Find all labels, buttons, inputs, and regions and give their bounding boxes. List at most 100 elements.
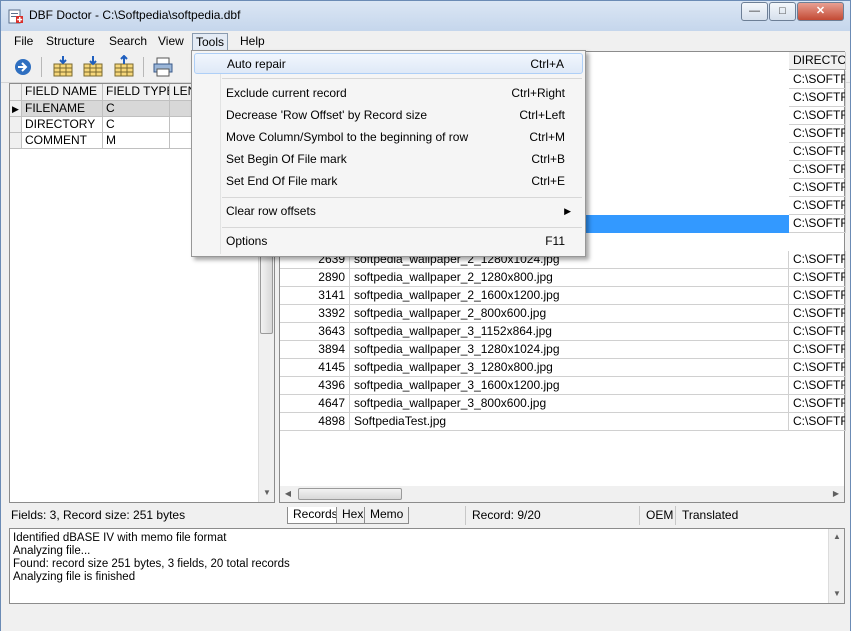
menu-item-label: Move Column/Symbol to the beginning of r…: [226, 130, 469, 144]
offset-cell[interactable]: 3643: [280, 323, 350, 341]
directory-cell[interactable]: C:\SOFTF: [789, 377, 846, 395]
scroll-right-arrow-icon[interactable]: ▶: [828, 489, 844, 498]
insert-field-icon[interactable]: [51, 55, 75, 79]
menu-item-label: Decrease 'Row Offset' by Record size: [226, 108, 428, 122]
menu-item-clear-row-offsets[interactable]: Clear row offsets ▶: [194, 201, 583, 222]
translated-status: Translated: [675, 506, 775, 525]
menu-search[interactable]: Search: [106, 33, 150, 51]
filename-cell[interactable]: softpedia_wallpaper_3_1280x800.jpg: [350, 359, 789, 377]
menu-item-exclude-current-record[interactable]: Exclude current record Ctrl+Right: [194, 83, 583, 104]
offset-cell[interactable]: 4145: [280, 359, 350, 377]
dbf-doctor-app-icon: [8, 9, 23, 24]
field-type-cell[interactable]: C: [103, 117, 170, 133]
directory-cell[interactable]: C:\SOFTF: [789, 107, 846, 125]
directory-cell[interactable]: C:\SOFTF: [789, 125, 846, 143]
offset-cell[interactable]: 4647: [280, 395, 350, 413]
print-icon[interactable]: [151, 55, 175, 79]
menu-item-options[interactable]: Options F11: [194, 231, 583, 252]
directory-cell[interactable]: C:\SOFTF: [789, 341, 846, 359]
filename-cell[interactable]: softpedia_wallpaper_3_1600x1200.jpg: [350, 377, 789, 395]
directory-cell[interactable]: C:\SOFTF: [789, 395, 846, 413]
field-name-cell[interactable]: COMMENT: [22, 133, 103, 149]
directory-cell[interactable]: C:\SOFTF: [789, 251, 846, 269]
field-name-cell[interactable]: FILENAME: [22, 101, 103, 117]
view-tabs: Records Hex Memo Record: 9/20 OEM Transl…: [279, 506, 845, 525]
offset-cell[interactable]: 4396: [280, 377, 350, 395]
menu-item-shortcut: Ctrl+M: [529, 130, 565, 144]
menu-item-label: Set End Of File mark: [226, 174, 338, 188]
menu-item-shortcut: Ctrl+E: [531, 174, 565, 188]
log-panel: Identified dBASE IV with memo file forma…: [9, 528, 845, 604]
menu-item-set-begin-mark[interactable]: Set Begin Of File mark Ctrl+B: [194, 149, 583, 170]
menu-item-set-end-mark[interactable]: Set End Of File mark Ctrl+E: [194, 171, 583, 192]
row-indicator: [10, 133, 22, 149]
move-down-icon[interactable]: [81, 55, 105, 79]
directory-cell[interactable]: C:\SOFTF: [789, 215, 846, 233]
open-icon[interactable]: [11, 55, 35, 79]
scroll-down-arrow-icon[interactable]: ▼: [259, 488, 275, 497]
field-type-cell[interactable]: M: [103, 133, 170, 149]
directory-cell[interactable]: C:\SOFTF: [789, 305, 846, 323]
window-title: DBF Doctor - C:\Softpedia\softpedia.dbf: [29, 8, 241, 22]
field-type-cell[interactable]: C: [103, 101, 170, 117]
menu-item-move-column[interactable]: Move Column/Symbol to the beginning of r…: [194, 127, 583, 148]
menu-view[interactable]: View: [155, 33, 187, 51]
maximize-button[interactable]: □: [769, 2, 796, 21]
directory-cell[interactable]: C:\SOFTF: [789, 161, 846, 179]
minimize-button[interactable]: —: [741, 2, 768, 21]
menu-item-label: Set Begin Of File mark: [226, 152, 347, 166]
column-header-field-name[interactable]: FIELD NAME: [22, 84, 103, 101]
filename-cell[interactable]: SoftpediaTest.jpg: [350, 413, 789, 431]
menu-help[interactable]: Help: [237, 33, 268, 51]
scroll-thumb[interactable]: [298, 488, 402, 500]
offset-cell[interactable]: 2890: [280, 269, 350, 287]
toolbar-separator: [143, 57, 144, 77]
directory-cell[interactable]: C:\SOFTF: [789, 359, 846, 377]
records-horizontal-scrollbar[interactable]: ◀ ▶: [280, 486, 844, 502]
directory-cell[interactable]: C:\SOFTF: [789, 323, 846, 341]
menu-bar: File Structure Search View Tools Help: [1, 31, 850, 51]
menu-separator: [222, 78, 582, 79]
offset-cell[interactable]: 3141: [280, 287, 350, 305]
log-vertical-scrollbar[interactable]: ▲ ▼: [828, 529, 844, 603]
menu-structure[interactable]: Structure: [43, 33, 98, 51]
filename-cell[interactable]: softpedia_wallpaper_2_1600x1200.jpg: [350, 287, 789, 305]
directory-cell[interactable]: C:\SOFTF: [789, 89, 846, 107]
move-up-icon[interactable]: [112, 55, 136, 79]
close-button[interactable]: ✕: [797, 2, 844, 21]
offset-cell[interactable]: 4898: [280, 413, 350, 431]
offset-cell[interactable]: 3894: [280, 341, 350, 359]
encoding-status: OEM: [639, 506, 675, 525]
filename-cell[interactable]: softpedia_wallpaper_2_800x600.jpg: [350, 305, 789, 323]
row-indicator-current: ▶: [10, 101, 22, 117]
directory-cell[interactable]: C:\SOFTF: [789, 269, 846, 287]
offset-cell[interactable]: 3392: [280, 305, 350, 323]
scroll-up-arrow-icon[interactable]: ▲: [829, 532, 845, 541]
directory-cell[interactable]: C:\SOFTF: [789, 179, 846, 197]
scroll-thumb[interactable]: [260, 244, 273, 334]
menu-item-auto-repair[interactable]: Auto repair Ctrl+A: [194, 53, 583, 74]
log-line: Analyzing file...: [13, 545, 91, 557]
directory-cell[interactable]: C:\SOFTF: [789, 413, 846, 431]
menu-separator: [222, 197, 582, 198]
column-header-field-type[interactable]: FIELD TYPE: [103, 84, 170, 101]
main-window: DBF Doctor - C:\Softpedia\softpedia.dbf …: [0, 0, 851, 631]
filename-cell[interactable]: softpedia_wallpaper_3_800x600.jpg: [350, 395, 789, 413]
submenu-arrow-icon: ▶: [564, 206, 571, 216]
column-header-directory[interactable]: DIRECTO: [789, 52, 846, 70]
tab-memo[interactable]: Memo: [364, 507, 410, 524]
filename-cell[interactable]: softpedia_wallpaper_3_1152x864.jpg: [350, 323, 789, 341]
field-name-cell[interactable]: DIRECTORY: [22, 117, 103, 133]
scroll-down-arrow-icon[interactable]: ▼: [829, 589, 845, 598]
menu-tools[interactable]: Tools: [192, 33, 229, 51]
directory-cell[interactable]: C:\SOFTF: [789, 197, 846, 215]
scroll-left-arrow-icon[interactable]: ◀: [280, 489, 296, 498]
menu-item-shortcut: Ctrl+Right: [511, 86, 565, 100]
directory-cell[interactable]: C:\SOFTF: [789, 71, 846, 89]
filename-cell[interactable]: softpedia_wallpaper_2_1280x800.jpg: [350, 269, 789, 287]
menu-item-decrease-row-offset[interactable]: Decrease 'Row Offset' by Record size Ctr…: [194, 105, 583, 126]
filename-cell[interactable]: softpedia_wallpaper_3_1280x1024.jpg: [350, 341, 789, 359]
directory-cell[interactable]: C:\SOFTF: [789, 143, 846, 161]
menu-file[interactable]: File: [11, 33, 36, 51]
directory-cell[interactable]: C:\SOFTF: [789, 287, 846, 305]
